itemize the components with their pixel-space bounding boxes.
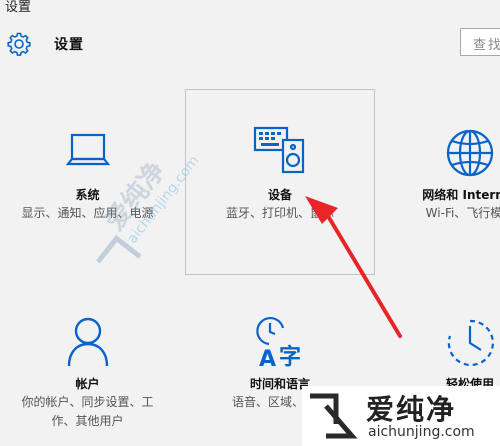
tile-devices[interactable]: 设备 蓝牙、打印机、鼠标 (200, 110, 360, 250)
tile-accounts[interactable]: 帐户 你的帐户、同步设置、工作、其他用户 (10, 300, 165, 440)
tile-system[interactable]: 系统 显示、通知、应用、电源 (10, 110, 165, 250)
tile-system-desc: 显示、通知、应用、电源 (21, 206, 154, 220)
search-input[interactable]: 查找设置 (460, 28, 500, 56)
tile-accounts-name: 帐户 (75, 377, 100, 391)
tile-devices-desc: 蓝牙、打印机、鼠标 (225, 206, 334, 220)
tile-devices-name: 设备 (267, 188, 292, 202)
tile-accounts-desc: 你的帐户、同步设置、工作、其他用户 (21, 395, 154, 428)
laptop-icon (65, 133, 110, 166)
person-icon (67, 317, 108, 367)
settings-header: 设置 (6, 31, 84, 57)
brand-logo-icon (310, 393, 358, 439)
globe-icon (446, 129, 494, 177)
tile-network[interactable]: 网络和 Internet Wi-Fi、飞行模式 (390, 110, 500, 250)
page-title: 设置 (54, 37, 84, 53)
time-language-icon: A 字 (256, 316, 301, 368)
svg-text:字: 字 (279, 344, 301, 368)
logo-brand-text: 爱纯净 (366, 393, 457, 426)
tile-network-name: 网络和 Internet (422, 188, 500, 202)
ease-of-access-icon (447, 319, 494, 367)
tile-system-name: 系统 (75, 188, 100, 202)
tile-network-desc: Wi-Fi、飞行模式 (425, 206, 500, 220)
logo-url-text: aichunjing.com (368, 424, 475, 440)
devices-icon (253, 126, 305, 174)
watermark-logo: 爱纯净 aichunjing.com (302, 386, 500, 446)
window-title: 设置 (5, 0, 32, 15)
svg-text:A: A (259, 347, 276, 368)
gear-icon (7, 32, 31, 56)
